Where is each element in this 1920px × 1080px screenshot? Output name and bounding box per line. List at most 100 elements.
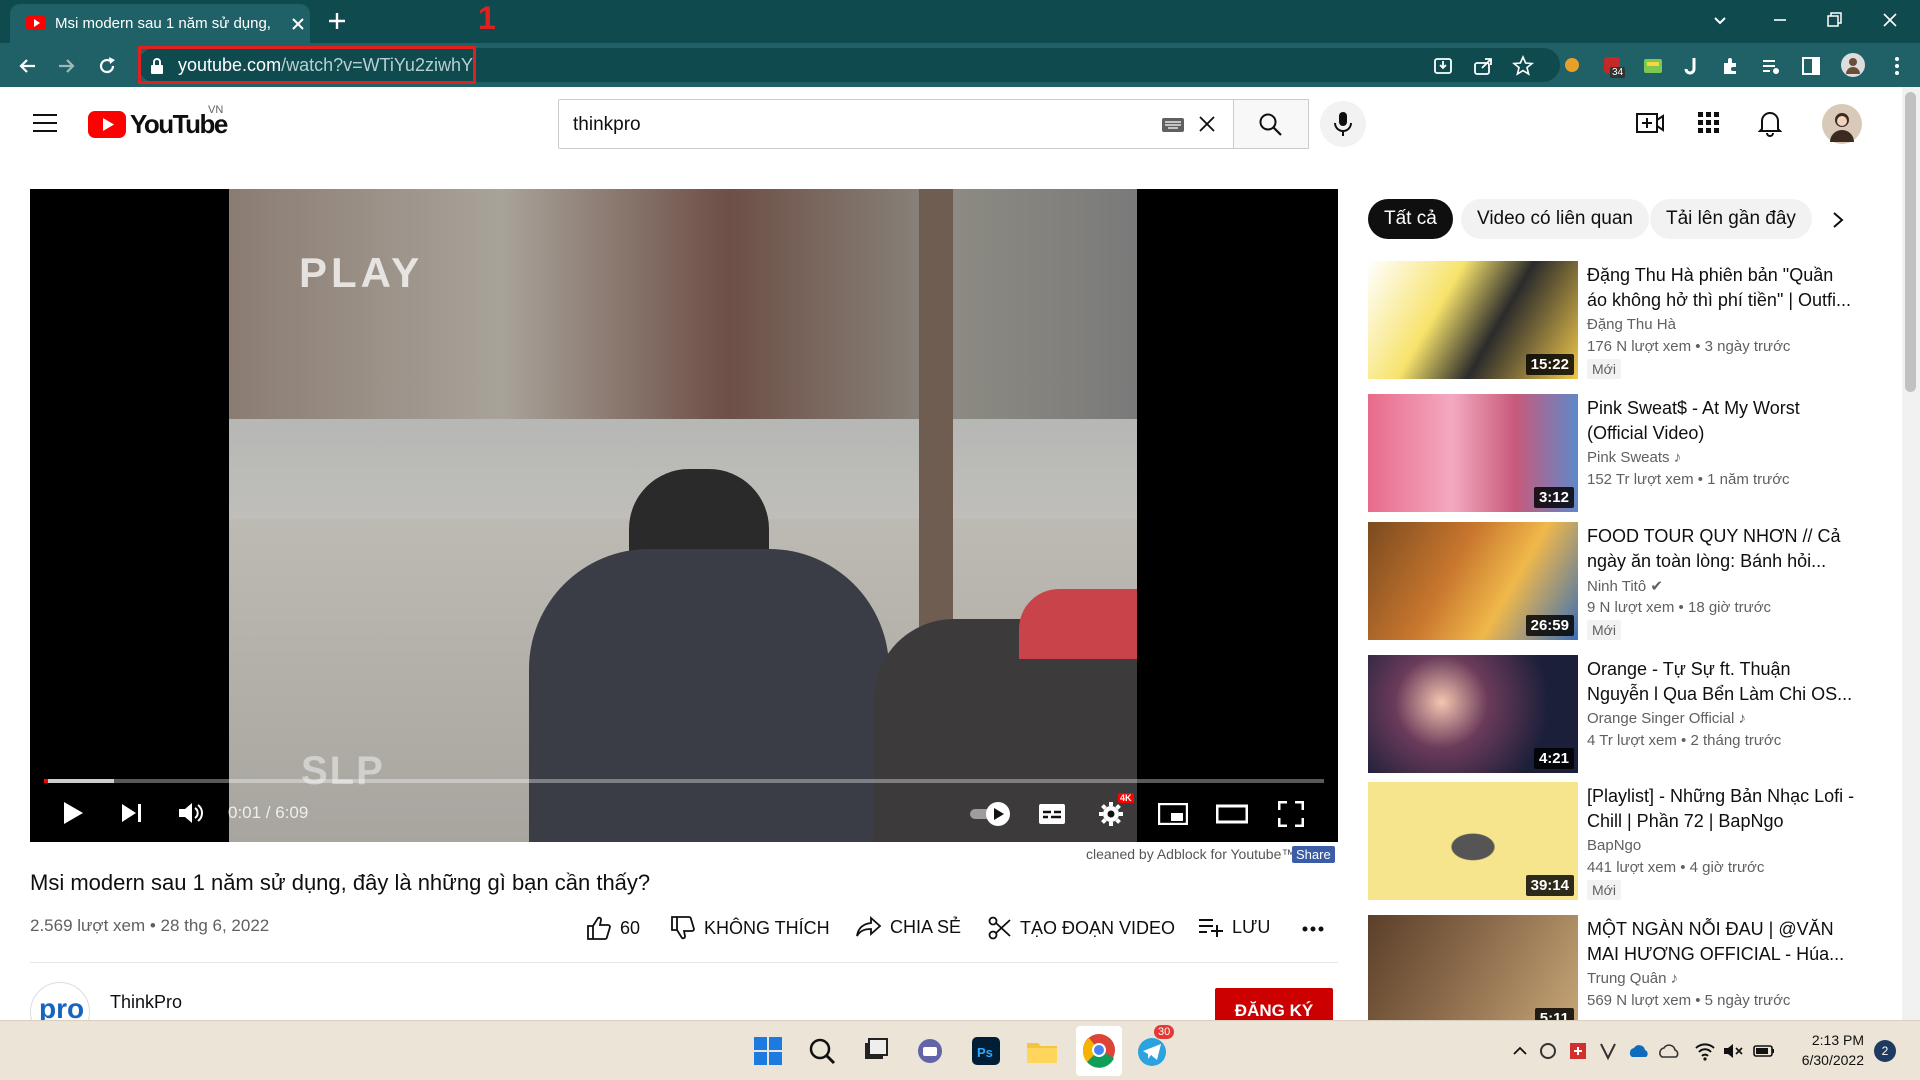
related-title[interactable]: Orange - Tự Sự ft. Thuận Nguyễn l Qua Bể… (1587, 657, 1857, 707)
play-icon[interactable] (62, 801, 84, 825)
extension-3-icon[interactable] (1642, 55, 1664, 77)
related-channel[interactable]: Ninh Titô ✔ (1587, 577, 1663, 595)
task-view-icon[interactable] (856, 1031, 896, 1071)
related-video-5[interactable]: 39:14 [Playlist] - Những Bản Nhạc Lofi -… (1368, 782, 1888, 902)
teams-chat-icon[interactable] (910, 1031, 950, 1071)
chips-next-chevron-icon[interactable] (1830, 210, 1846, 230)
side-panel-icon[interactable] (1800, 55, 1822, 77)
subtitles-icon[interactable] (1038, 803, 1066, 825)
media-control-icon[interactable] (1760, 55, 1782, 77)
forward-icon[interactable] (56, 55, 78, 77)
tray-app-3-icon[interactable] (1598, 1041, 1618, 1061)
related-video-2[interactable]: 3:12 Pink Sweat$ - At My Worst (Official… (1368, 394, 1888, 514)
theater-mode-icon[interactable] (1216, 803, 1248, 825)
clock-date[interactable]: 6/30/2022 (1790, 1052, 1864, 1068)
close-tab-icon[interactable] (288, 14, 308, 34)
related-title[interactable]: [Playlist] - Những Bản Nhạc Lofi - Chill… (1587, 784, 1857, 834)
related-channel[interactable]: Đặng Thu Hà (1587, 316, 1676, 333)
show-hidden-icons-chevron-icon[interactable] (1512, 1043, 1528, 1059)
youtube-logo[interactable]: YouTube (88, 109, 228, 140)
video-player[interactable]: PLAY SLP 0:01 / 6:09 4K (30, 189, 1338, 842)
bookmark-star-icon[interactable] (1512, 55, 1534, 77)
clear-search-icon[interactable] (1197, 114, 1217, 134)
progress-bar[interactable] (44, 779, 1324, 783)
hamburger-menu-icon[interactable] (32, 112, 58, 134)
notification-center-badge[interactable]: 2 (1874, 1040, 1896, 1062)
settings-gear-icon[interactable] (1098, 801, 1124, 827)
fullscreen-icon[interactable] (1278, 801, 1304, 827)
thumbnail[interactable]: 26:59 (1368, 522, 1578, 640)
dislike-button[interactable]: KHÔNG THÍCH (670, 916, 830, 940)
volume-muted-icon[interactable] (1722, 1041, 1744, 1061)
chip-recent[interactable]: Tải lên gần đây (1650, 199, 1812, 239)
related-channel[interactable]: Pink Sweats ♪ (1587, 449, 1681, 466)
chip-related[interactable]: Video có liên quan (1461, 199, 1649, 239)
taskbar-search-icon[interactable] (802, 1031, 842, 1071)
extensions-puzzle-icon[interactable] (1720, 55, 1742, 77)
related-channel[interactable]: BapNgo (1587, 837, 1641, 854)
related-video-3[interactable]: 26:59 FOOD TOUR QUY NHƠN // Cả ngày ăn t… (1368, 522, 1888, 642)
clip-button[interactable]: TẠO ĐOẠN VIDEO (988, 916, 1175, 940)
thumbnail[interactable]: 39:14 (1368, 782, 1578, 900)
tab-search-icon[interactable] (1710, 10, 1730, 30)
related-channel[interactable]: Trung Quân ♪ (1587, 970, 1678, 987)
browser-tab[interactable]: Msi modern sau 1 năm sử dụng, (10, 4, 310, 43)
thumbnail[interactable]: 4:21 (1368, 655, 1578, 773)
related-video-1[interactable]: 15:22 Đặng Thu Hà phiên bản "Quần áo khô… (1368, 261, 1888, 381)
chrome-menu-icon[interactable] (1886, 55, 1908, 77)
scrollbar-thumb[interactable] (1905, 92, 1916, 392)
search-button[interactable] (1233, 99, 1309, 149)
related-title[interactable]: FOOD TOUR QUY NHƠN // Cả ngày ăn toàn lò… (1587, 524, 1857, 574)
windows-start-icon[interactable] (748, 1031, 788, 1071)
related-channel[interactable]: Orange Singer Official ♪ (1587, 710, 1746, 727)
clock-time[interactable]: 2:13 PM (1804, 1032, 1864, 1048)
onedrive-icon[interactable] (1628, 1041, 1650, 1061)
related-video-4[interactable]: 4:21 Orange - Tự Sự ft. Thuận Nguyễn l Q… (1368, 655, 1888, 775)
related-title[interactable]: Pink Sweat$ - At My Worst (Official Vide… (1587, 396, 1857, 446)
channel-name[interactable]: ThinkPro (110, 992, 182, 1013)
cloud-icon[interactable] (1658, 1041, 1680, 1061)
thumbnail[interactable]: 3:12 (1368, 394, 1578, 512)
like-button[interactable]: 60 (586, 916, 640, 940)
reload-icon[interactable] (96, 55, 118, 77)
profile-avatar-icon[interactable] (1840, 52, 1866, 78)
voice-search-button[interactable] (1320, 101, 1366, 147)
search-box[interactable]: thinkpro (558, 99, 1234, 149)
new-tab-icon[interactable] (326, 10, 348, 32)
url-text[interactable]: youtube.com/watch?v=WTiYu2ziwhY (178, 55, 473, 76)
wifi-icon[interactable] (1694, 1041, 1716, 1061)
create-video-icon[interactable] (1636, 110, 1664, 136)
autoplay-toggle[interactable] (968, 801, 1014, 827)
related-video-6[interactable]: 5:11 MỘT NGÀN NỖI ĐAU | @VĂN MAI HƯƠNG O… (1368, 915, 1888, 1020)
thumbnail[interactable]: 5:11 (1368, 915, 1578, 1020)
save-button[interactable]: LƯU (1198, 916, 1270, 938)
volume-icon[interactable] (178, 801, 204, 825)
more-actions-icon[interactable] (1302, 926, 1324, 932)
apps-grid-icon[interactable] (1698, 112, 1720, 134)
install-app-icon[interactable] (1432, 55, 1454, 77)
thumbnail[interactable]: 15:22 (1368, 261, 1578, 379)
close-window-icon[interactable] (1880, 10, 1900, 30)
miniplayer-icon[interactable] (1158, 803, 1188, 825)
tray-app-1-icon[interactable] (1538, 1041, 1558, 1061)
minimize-icon[interactable] (1770, 10, 1790, 30)
restore-icon[interactable] (1824, 10, 1844, 30)
related-title[interactable]: MỘT NGÀN NỖI ĐAU | @VĂN MAI HƯƠNG OFFICI… (1587, 917, 1857, 967)
account-avatar[interactable] (1822, 104, 1862, 144)
share-button[interactable]: CHIA SẺ (856, 916, 961, 938)
lock-icon[interactable] (150, 58, 164, 74)
battery-icon[interactable] (1752, 1041, 1776, 1061)
photoshop-icon[interactable]: Ps (966, 1031, 1006, 1071)
extension-4-icon[interactable] (1682, 55, 1704, 77)
related-title[interactable]: Đặng Thu Hà phiên bản "Quần áo không hở … (1587, 263, 1857, 313)
keyboard-icon[interactable] (1161, 115, 1185, 133)
chip-all[interactable]: Tất cả (1368, 199, 1453, 239)
share-page-icon[interactable] (1472, 55, 1494, 77)
tray-app-2-icon[interactable] (1568, 1041, 1588, 1061)
chrome-taskbar-button[interactable] (1076, 1026, 1122, 1076)
search-input[interactable]: thinkpro (573, 114, 641, 136)
extension-1-icon[interactable] (1562, 55, 1582, 75)
notifications-bell-icon[interactable] (1758, 109, 1782, 137)
file-explorer-icon[interactable] (1022, 1031, 1062, 1071)
adblock-share-button[interactable]: Share (1292, 846, 1335, 863)
